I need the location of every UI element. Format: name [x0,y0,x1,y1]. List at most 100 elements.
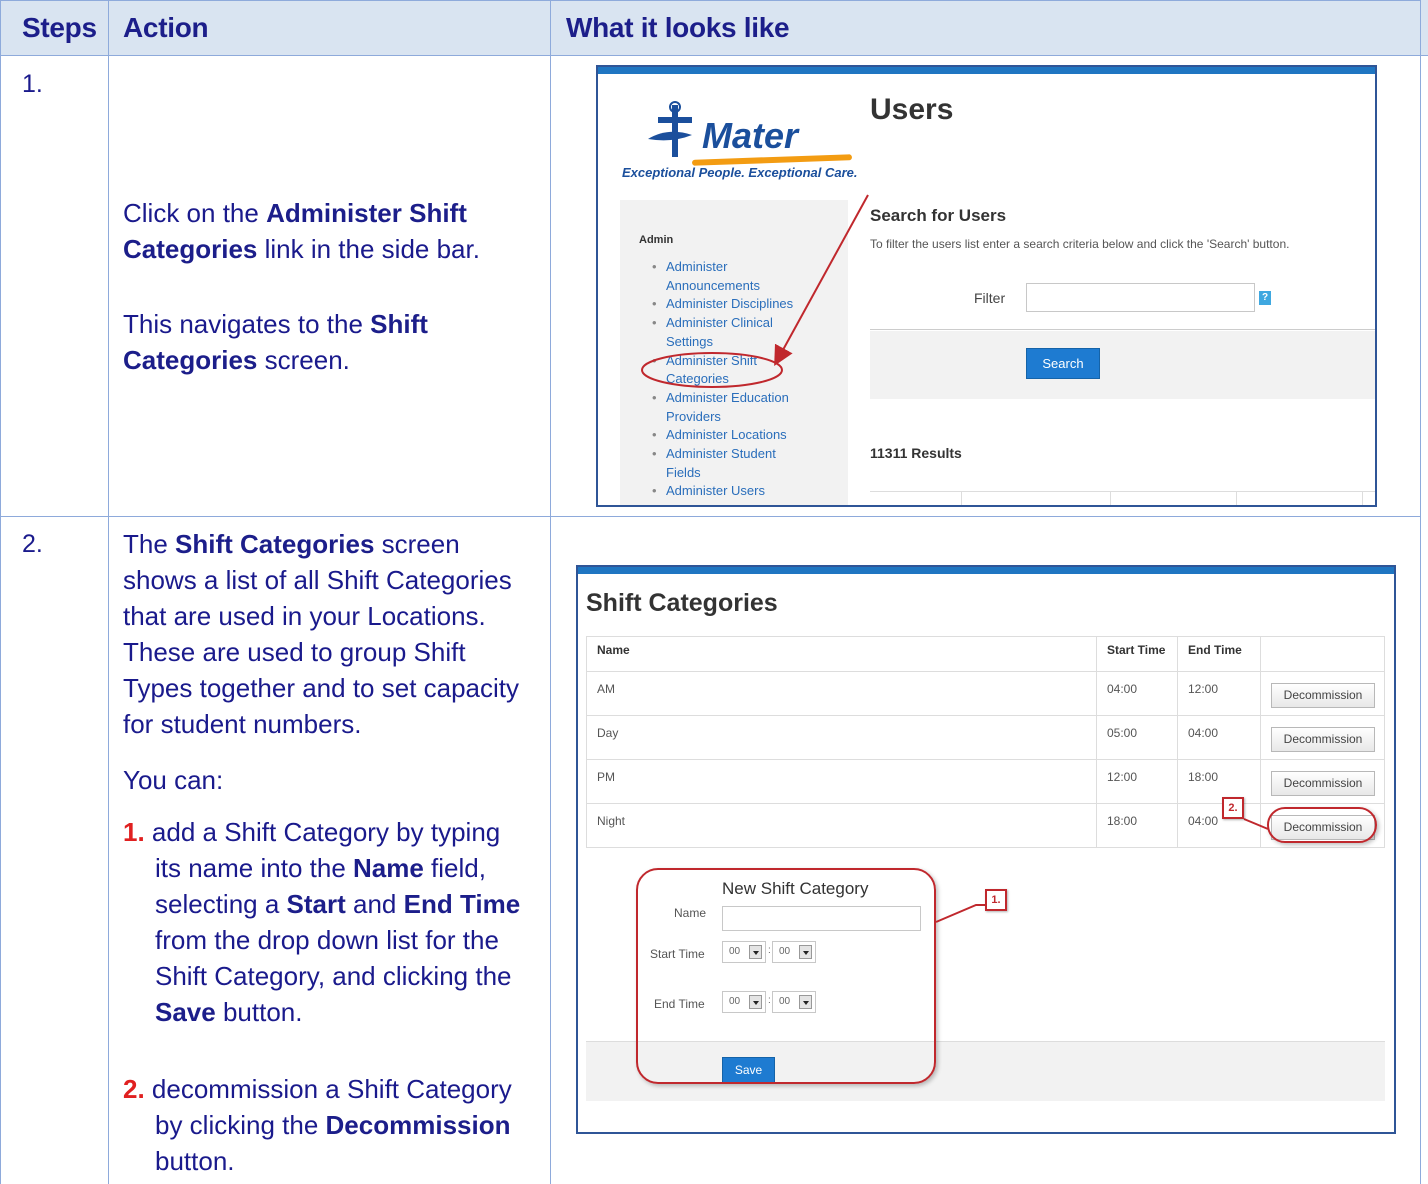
step-1-text: Click on the [123,198,267,228]
item-1-bold: Start [286,889,346,919]
callout-1: 1. [985,889,1007,911]
cell-end-time: 18:00 [1177,759,1261,804]
cell-start-time: 12:00 [1096,759,1178,804]
cell-name: Day [586,715,1097,760]
search-section-title: Search for Users [870,206,1007,225]
sidebar-link-clinical-settings[interactable]: Administer Clinical Settings [650,314,810,351]
item-2-bold: Decommission [325,1110,511,1140]
column-divider [961,492,962,505]
search-button-band [870,331,1375,399]
app-top-bar [578,567,1394,574]
item-1-text: button. [215,997,303,1027]
table-row: Day 05:00 04:00 Decommission [586,715,1385,760]
instruction-table: Steps Action What it looks like 1. Click… [0,0,1428,1184]
page-title: Shift Categories [586,589,778,617]
step-2-item-1: 1. add a Shift Category by typing its na… [123,814,533,1030]
step-1-number: 1. [22,70,43,98]
column-header-action [1260,636,1385,672]
row-divider [0,516,1421,517]
table-top-border [0,0,1421,1]
logo-tagline: Exceptional People. Exceptional Care. [622,165,858,180]
step-2-bold: Shift Categories [175,529,375,559]
header-action: Action [123,12,209,43]
cell-action: Decommission [1260,671,1385,716]
app-top-bar [598,67,1375,74]
item-2-text: button. [155,1146,235,1176]
cell-start-time: 05:00 [1096,715,1178,760]
step-2-text: screen shows a list of all Shift Categor… [123,529,520,739]
item-1-text: and [345,889,404,919]
sidebar-link-student-fields[interactable]: Administer Student Fields [650,445,810,482]
column-header-start-time: Start Time [1096,636,1178,672]
step-2-number: 2. [22,530,43,558]
filter-label: Filter [974,290,1006,306]
step-1-instruction: Click on the Administer Shift Categories… [123,195,523,267]
sidebar-heading: Admin [639,234,674,246]
sidebar-link-shift-categories[interactable]: Administer Shift Categories [650,352,810,389]
column-divider [108,0,109,1184]
item-1-bold: Name [353,853,424,883]
users-screenshot: Mater Exceptional People. Exceptional Ca… [596,65,1377,507]
search-button[interactable]: Search [1026,348,1100,379]
cell-action: Decommission [1260,715,1385,760]
item-2-number: 2. [123,1074,145,1104]
admin-sidebar: Admin Administer Announcements Administe… [620,200,850,505]
step-2-item-2: 2. decommission a Shift Category by clic… [123,1071,533,1179]
step-2-description: The Shift Categories screen shows a list… [123,526,531,742]
table-row: AM 04:00 12:00 Decommission [586,671,1385,716]
logo-word: Mater [702,115,799,156]
item-1-text: from the drop down list for the Shift Ca… [155,925,512,991]
callout-2: 2. [1222,797,1244,819]
decommission-highlight [1267,807,1377,843]
step-1-result: This navigates to the Shift Categories s… [123,306,523,378]
divider [870,329,1375,330]
cell-start-time: 18:00 [1096,803,1178,848]
callout-1-pointer [935,904,986,923]
step-2-you-can: You can: [123,765,224,795]
cell-name: AM [586,671,1097,716]
item-1-bold: End Time [403,889,521,919]
item-1-bold: Save [155,997,216,1027]
decommission-button[interactable]: Decommission [1271,771,1375,796]
table-row: Night 18:00 04:00 Decommission [586,803,1385,848]
cell-action: Decommission [1260,759,1385,804]
column-divider [1236,492,1237,505]
cell-end-time: 04:00 [1177,803,1261,848]
header-what-it-looks-like: What it looks like [566,12,790,43]
step-1-result-text: This navigates to the [123,309,371,339]
form-highlight [636,868,936,1084]
cell-name: Night [586,803,1097,848]
table-header-row: Name Start Time End Time [586,636,1385,672]
cross-emblem-icon [648,101,692,157]
table-right-border [1420,0,1421,1184]
mater-logo: Mater Exceptional People. Exceptional Ca… [622,101,862,181]
column-divider [550,0,551,1184]
sidebar-link-users[interactable]: Administer Users [650,482,850,501]
header-steps: Steps [22,12,97,43]
table-left-border [0,0,1,1184]
cell-name: PM [586,759,1097,804]
search-description: To filter the users list enter a search … [870,237,1290,251]
decommission-button[interactable]: Decommission [1271,727,1375,752]
table-row: PM 12:00 18:00 Decommission [586,759,1385,804]
sidebar-link-announcements[interactable]: Administer Announcements [650,258,810,295]
decommission-button[interactable]: Decommission [1271,683,1375,708]
step-1-text: link in the side bar. [257,234,480,264]
help-icon[interactable]: ? [1259,291,1271,305]
column-header-name: Name [586,636,1097,672]
page-title: Users [870,93,954,126]
filter-input[interactable] [1026,283,1255,312]
cell-end-time: 12:00 [1177,671,1261,716]
shift-categories-table: Name Start Time End Time AM 04:00 12:00 … [586,636,1385,848]
cell-end-time: 04:00 [1177,715,1261,760]
column-divider [1110,492,1111,505]
sidebar-link-disciplines[interactable]: Administer Disciplines [650,295,810,314]
sidebar-link-education-providers[interactable]: Administer Education Providers [650,389,810,426]
shift-categories-screenshot: Shift Categories Name Start Time End Tim… [576,565,1396,1134]
sidebar-link-locations[interactable]: Administer Locations [650,426,810,445]
step-1-result-text: screen. [257,345,350,375]
item-1-number: 1. [123,817,145,847]
column-header-end-time: End Time [1177,636,1261,672]
results-table-header [870,491,1375,505]
results-count: 11311 Results [870,445,962,461]
